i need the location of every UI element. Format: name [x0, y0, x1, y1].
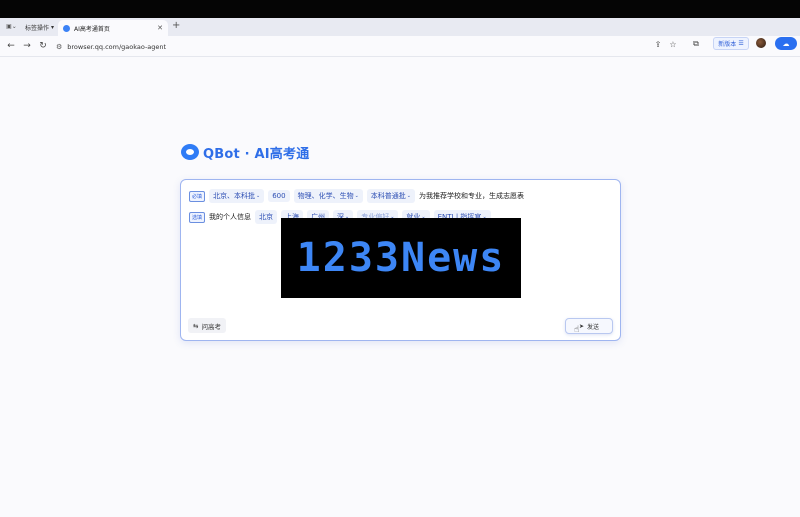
- logo-text: QBot · AI高考通: [203, 146, 310, 162]
- tab-group-label: 标签操作: [25, 24, 50, 32]
- chevron-down-icon: ▾: [51, 23, 55, 31]
- hand-cursor-icon: ☝: [574, 325, 580, 335]
- watermark-text: 1233News: [296, 235, 506, 281]
- required-badge: 必填: [189, 190, 206, 202]
- avatar[interactable]: [756, 38, 766, 48]
- subjects-select[interactable]: 物理、化学、生物 ⌄: [293, 189, 363, 203]
- new-tab-button[interactable]: +: [172, 20, 180, 31]
- chevron-down-icon: ⌄: [354, 193, 359, 199]
- close-icon[interactable]: ✕: [157, 24, 163, 32]
- star-icon[interactable]: ☆: [667, 38, 679, 50]
- top-black-bar: [0, 0, 800, 18]
- forward-arrow-icon[interactable]: →: [21, 40, 33, 52]
- qbot-logo: QBot · AI高考通: [181, 143, 310, 162]
- chevron-down-icon: ⌄: [406, 193, 411, 199]
- optional-badge: 选填: [189, 211, 206, 223]
- menu-icon: ☰: [738, 40, 744, 47]
- required-row: 必填 北京、本科批 ⌄ 600 物理、化学、生物 ⌄ 本科普通批 ⌄ 为我推荐学校和专…: [189, 189, 524, 203]
- extensions-icon[interactable]: ⧉: [690, 38, 702, 50]
- navigation-bar: ← → ↻ ⚙ browser.qq.com/gaokao-agent ⇪ ☆ …: [0, 36, 800, 57]
- score-input[interactable]: 600: [268, 190, 290, 202]
- chevron-down-icon: ⌄: [256, 193, 261, 199]
- cloud-icon[interactable]: ☁: [775, 37, 797, 50]
- url-text[interactable]: browser.qq.com/gaokao-agent: [67, 43, 166, 51]
- tab-group-menu[interactable]: 标签操作 ▾: [25, 21, 54, 33]
- personal-info-label: 我的个人信息: [209, 213, 252, 221]
- qbot-logo-icon: [181, 144, 199, 160]
- send-button[interactable]: ➤ 发送: [565, 318, 613, 334]
- swap-icon: ⇆: [193, 321, 199, 330]
- region-select[interactable]: 北京、本科批 ⌄: [209, 189, 265, 203]
- prompt-suffix: 为我推荐学校和专业，生成志愿表: [419, 192, 524, 200]
- tab-title: AI高考通首页: [74, 25, 110, 33]
- batch-select[interactable]: 本科普通批 ⌄: [366, 189, 415, 203]
- prompt-card: 必填 北京、本科批 ⌄ 600 物理、化学、生物 ⌄ 本科普通批 ⌄ 为我推荐学校和专…: [180, 179, 621, 341]
- watermark-overlay: 1233News: [281, 218, 521, 298]
- city-chip-beijing[interactable]: 北京: [255, 210, 278, 224]
- site-info-icon[interactable]: ⚙: [56, 43, 62, 51]
- reload-icon[interactable]: ↻: [37, 40, 49, 52]
- tab-ai-gaokao[interactable]: AI高考通首页 ✕: [58, 20, 168, 36]
- new-version-button[interactable]: 新版本 ☰: [713, 37, 749, 50]
- address-bar[interactable]: ⚙ browser.qq.com/gaokao-agent: [56, 39, 646, 54]
- send-icon: ➤: [578, 322, 584, 330]
- sidebar-toggle-icon[interactable]: ▣⌄: [5, 22, 18, 31]
- favicon-icon: [63, 24, 70, 32]
- share-icon[interactable]: ⇪: [652, 38, 664, 50]
- tab-strip: ▣⌄ 标签操作 ▾ AI高考通首页 ✕ +: [0, 18, 800, 36]
- ask-gaokao-button[interactable]: ⇆ 问高考: [188, 318, 226, 333]
- back-arrow-icon[interactable]: ←: [5, 40, 17, 52]
